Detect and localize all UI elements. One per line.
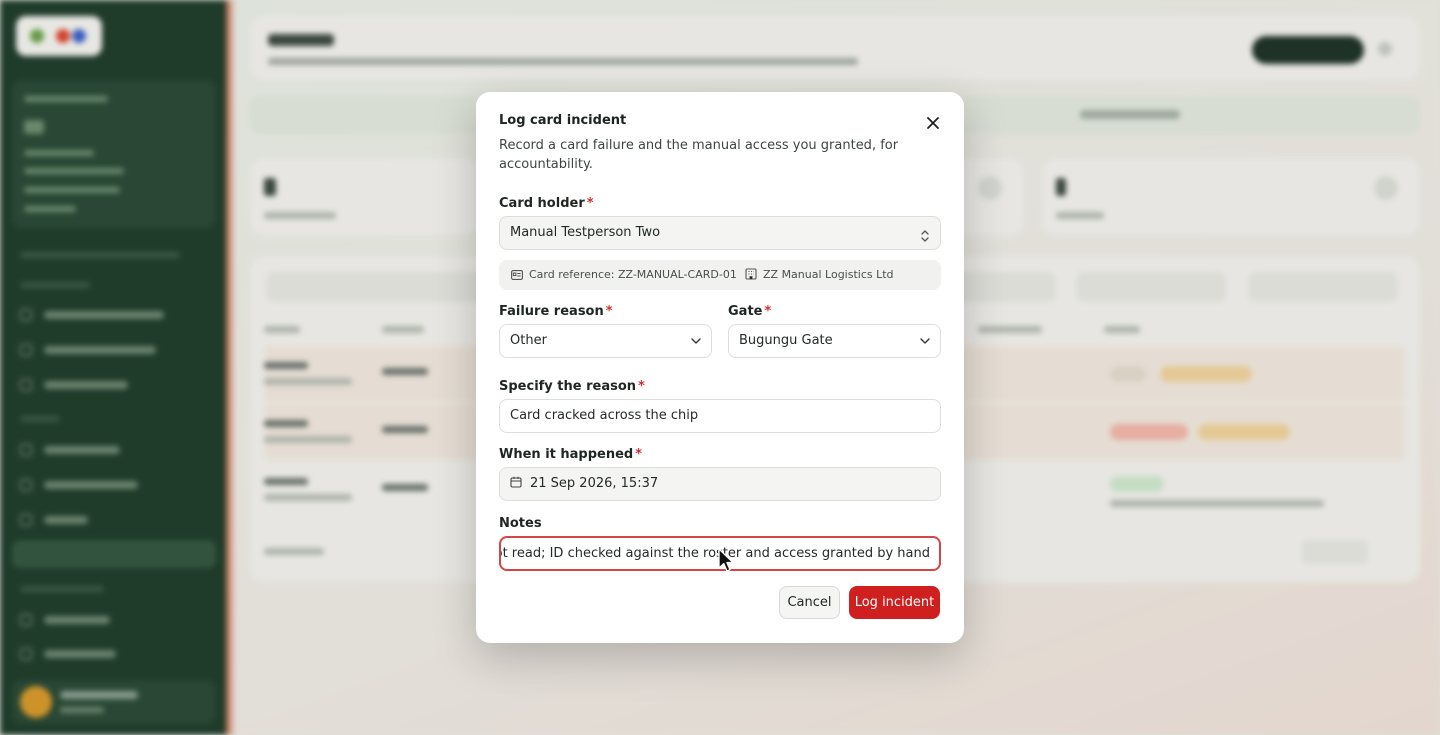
- gate-label: Gate *: [728, 304, 772, 319]
- building-icon: [745, 268, 757, 280]
- close-icon[interactable]: [924, 114, 942, 132]
- id-card-icon: [511, 270, 523, 280]
- card-holder-value: Manual Testperson Two: [510, 225, 661, 240]
- notes-value: ould not read; ID checked against the ro…: [499, 546, 930, 561]
- when-happened-datetime[interactable]: 21 Sep 2026, 15:37: [499, 467, 941, 501]
- mouse-cursor-icon: [718, 548, 734, 572]
- failure-reason-select[interactable]: Other: [499, 324, 712, 358]
- dialog-description: Record a card failure and the manual acc…: [499, 138, 899, 172]
- notes-label: Notes: [499, 516, 542, 531]
- calendar-icon: [510, 476, 522, 488]
- dialog-title: Log card incident: [499, 113, 627, 128]
- failure-reason-value: Other: [510, 333, 547, 348]
- cancel-button[interactable]: Cancel: [779, 586, 840, 619]
- card-holder-select[interactable]: Manual Testperson Two: [499, 216, 941, 250]
- chevron-updown-icon: [920, 225, 930, 242]
- gate-select[interactable]: Bugungu Gate: [728, 324, 941, 358]
- specify-reason-input[interactable]: Card cracked across the chip: [499, 399, 941, 433]
- log-incident-button[interactable]: Log incident: [849, 586, 940, 619]
- gate-value: Bugungu Gate: [739, 333, 833, 348]
- card-reference: Card reference: ZZ-MANUAL-CARD-01: [529, 268, 737, 281]
- specify-reason-label: Specify the reason *: [499, 379, 645, 394]
- when-happened-label: When it happened *: [499, 447, 643, 462]
- chevron-down-icon: [920, 325, 930, 357]
- company-name: ZZ Manual Logistics Ltd: [763, 268, 894, 281]
- when-happened-value: 21 Sep 2026, 15:37: [530, 476, 659, 491]
- card-info-strip: Card reference: ZZ-MANUAL-CARD-01 ZZ Man…: [499, 260, 941, 290]
- card-holder-label: Card holder *: [499, 196, 594, 211]
- failure-reason-label: Failure reason *: [499, 304, 613, 319]
- chevron-down-icon: [691, 325, 701, 357]
